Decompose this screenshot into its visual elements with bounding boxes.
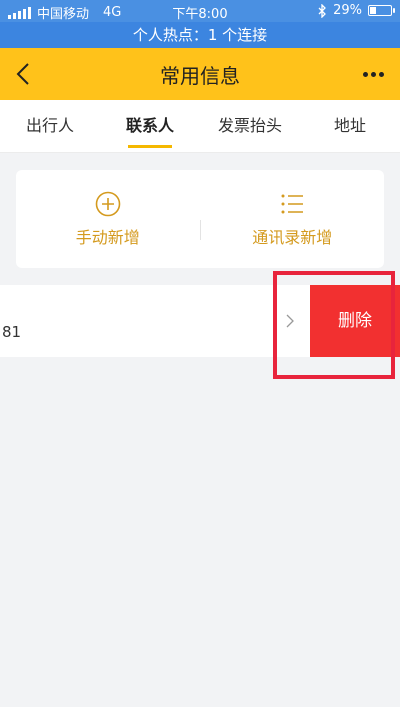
bluetooth-icon	[318, 3, 327, 18]
more-icon	[362, 71, 368, 77]
plus-circle-icon	[95, 191, 121, 217]
contact-number: 81	[2, 323, 22, 341]
contacts-add-button[interactable]: 通讯录新增	[201, 190, 385, 248]
tab-bar: 出行人 联系人 发票抬头 地址	[0, 100, 400, 153]
contacts-add-label: 通讯录新增	[252, 228, 333, 247]
add-contact-card: 手动新增 通讯录新增	[16, 170, 384, 268]
manual-add-label: 手动新增	[75, 228, 140, 247]
page-title: 常用信息	[160, 63, 240, 88]
back-button[interactable]	[10, 60, 40, 88]
battery-icon	[368, 5, 395, 16]
tab-invoice-titles[interactable]: 发票抬头	[200, 100, 300, 152]
back-arrow-icon	[16, 63, 29, 85]
delete-button[interactable]: 删除	[310, 285, 400, 357]
nav-bar: 常用信息	[0, 48, 400, 100]
list-icon	[281, 194, 304, 214]
more-button[interactable]	[360, 62, 386, 86]
hotspot-banner[interactable]: 个人热点：1 个连接	[0, 22, 400, 48]
status-right: 29%	[318, 3, 395, 18]
chevron-right-icon	[286, 314, 294, 328]
battery-percent: 29%	[333, 3, 362, 18]
contact-list-item[interactable]: 81 删除	[0, 285, 400, 357]
manual-add-button[interactable]: 手动新增	[16, 190, 200, 248]
tab-addresses[interactable]: 地址	[300, 100, 400, 152]
tab-contacts[interactable]: 联系人	[100, 100, 200, 152]
tab-travelers[interactable]: 出行人	[0, 100, 100, 152]
status-bar: 中国移动 4G 下午8:00 29%	[0, 0, 400, 22]
